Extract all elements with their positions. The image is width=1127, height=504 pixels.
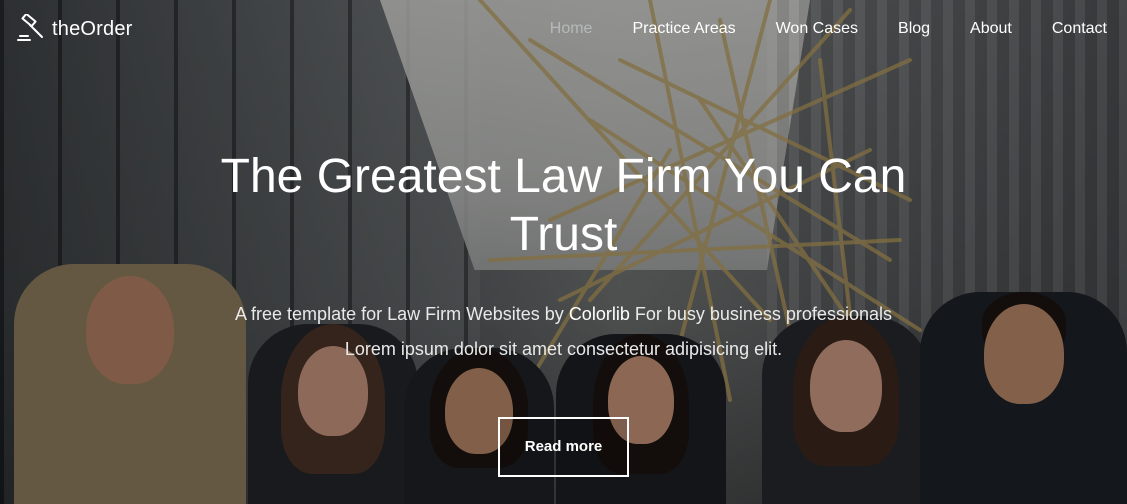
hero-subtitle: A free template for Law Firm Websites by… (234, 297, 894, 367)
hero-title: The Greatest Law Firm You Can Trust (220, 150, 907, 261)
nav-link-contact[interactable]: Contact (1052, 20, 1107, 38)
nav-link-about[interactable]: About (970, 20, 1012, 38)
nav-link-practice-areas[interactable]: Practice Areas (632, 20, 735, 38)
brand-name: theOrder (52, 17, 133, 40)
nav-link-home[interactable]: Home (550, 20, 593, 38)
nav-link-won-cases[interactable]: Won Cases (776, 20, 858, 38)
navbar: theOrder Home Practice Areas Won Cases B… (0, 0, 1127, 58)
gavel-icon (17, 14, 43, 41)
nav-menu: Home Practice Areas Won Cases Blog About… (510, 20, 1107, 38)
hero-section: theOrder Home Practice Areas Won Cases B… (0, 0, 1127, 504)
hero-content: The Greatest Law Firm You Can Trust A fr… (0, 148, 1127, 477)
brand-logo[interactable]: theOrder (16, 14, 133, 44)
read-more-button[interactable]: Read more (498, 417, 629, 477)
hero-subtitle-text-1: A free template for Law Firm Websites by (235, 304, 569, 324)
colorlib-link[interactable]: Colorlib (569, 304, 630, 324)
nav-link-blog[interactable]: Blog (898, 20, 930, 38)
